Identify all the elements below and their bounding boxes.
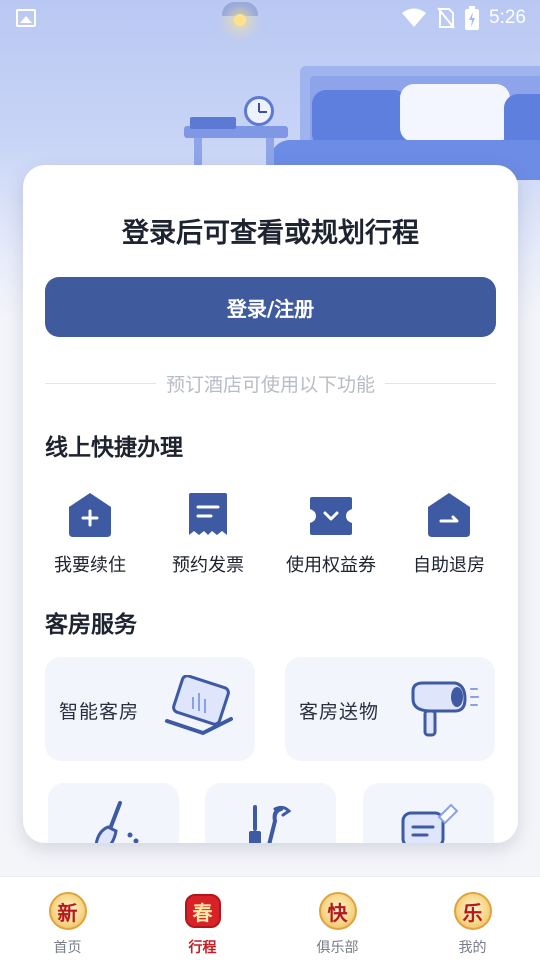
books-illustration bbox=[190, 117, 236, 129]
quick-item-label: 我要续住 bbox=[54, 555, 126, 576]
room-section-title: 客房服务 bbox=[45, 612, 137, 638]
nav-item-mine[interactable]: 乐 我的 bbox=[405, 877, 540, 960]
repair-tools-icon bbox=[249, 805, 292, 843]
nav-item-label: 我的 bbox=[458, 940, 487, 956]
trips-badge-icon: 春 bbox=[184, 894, 221, 928]
quick-item-coupon[interactable]: 使用权益券 bbox=[271, 489, 391, 579]
login-card: 登录后可查看或规划行程 登录/注册 预订酒店可使用以下功能 线上快捷办理 我要续… bbox=[23, 165, 518, 843]
nav-item-trips[interactable]: 春 行程 bbox=[135, 877, 270, 960]
quick-item-label: 预约发票 bbox=[172, 555, 244, 576]
repair-service-tile[interactable] bbox=[205, 783, 336, 843]
broom-icon bbox=[94, 801, 139, 843]
quick-item-checkout[interactable]: 自助退房 bbox=[389, 489, 509, 579]
divider-line bbox=[385, 382, 497, 384]
nav-item-club[interactable]: 快 俱乐部 bbox=[270, 877, 405, 960]
nav-item-label: 首页 bbox=[53, 940, 82, 956]
house-plus-icon bbox=[69, 493, 111, 537]
pillow-illustration bbox=[400, 84, 510, 142]
hair-dryer-icon bbox=[411, 681, 479, 737]
ticket-icon bbox=[310, 497, 352, 535]
quick-actions: 我要续住 预约发票 使用权益券 自助退房 bbox=[23, 489, 518, 579]
nav-item-home[interactable]: 新 首页 bbox=[0, 877, 135, 960]
card-title: 登录后可查看或规划行程 bbox=[122, 218, 419, 249]
note-edit-icon bbox=[401, 803, 459, 843]
tablet-icon bbox=[165, 675, 233, 735]
nav-item-label: 俱乐部 bbox=[316, 940, 359, 956]
image-icon bbox=[16, 9, 36, 27]
divider-line bbox=[45, 382, 156, 384]
features-divider: 预订酒店可使用以下功能 bbox=[45, 370, 497, 396]
club-badge-icon: 快 bbox=[318, 892, 357, 930]
quick-item-invoice[interactable]: 预约发票 bbox=[148, 489, 268, 579]
invoice-icon bbox=[189, 493, 227, 535]
alarm-clock-illustration bbox=[244, 96, 274, 126]
quick-item-extend-stay[interactable]: 我要续住 bbox=[30, 489, 150, 579]
bottom-navigation: 新 首页 春 行程 快 俱乐部 乐 我的 bbox=[0, 876, 540, 960]
home-badge-icon: 新 bbox=[48, 892, 87, 930]
quick-item-label: 使用权益券 bbox=[286, 555, 376, 576]
clock-time: 5:26 bbox=[489, 7, 526, 28]
note-service-tile[interactable] bbox=[363, 783, 494, 843]
house-exit-icon bbox=[428, 493, 470, 537]
nightstand-illustration bbox=[184, 126, 288, 168]
no-sim-icon bbox=[437, 7, 455, 29]
smart-room-tile[interactable]: 智能客房 bbox=[45, 657, 255, 761]
battery-charging-icon bbox=[465, 6, 480, 30]
nav-item-label: 行程 bbox=[188, 940, 217, 956]
cleaning-service-tile[interactable] bbox=[48, 783, 179, 843]
divider-text: 预订酒店可使用以下功能 bbox=[166, 373, 376, 396]
wifi-icon bbox=[402, 8, 427, 27]
room-delivery-tile[interactable]: 客房送物 bbox=[285, 657, 495, 761]
room-delivery-label: 客房送物 bbox=[299, 701, 380, 723]
smart-room-label: 智能客房 bbox=[59, 701, 140, 723]
mine-badge-icon: 乐 bbox=[453, 892, 492, 930]
quick-section-title: 线上快捷办理 bbox=[45, 435, 183, 461]
quick-item-label: 自助退房 bbox=[413, 555, 485, 576]
status-bar: 5:26 bbox=[0, 0, 540, 36]
login-register-button[interactable]: 登录/注册 bbox=[45, 277, 496, 337]
